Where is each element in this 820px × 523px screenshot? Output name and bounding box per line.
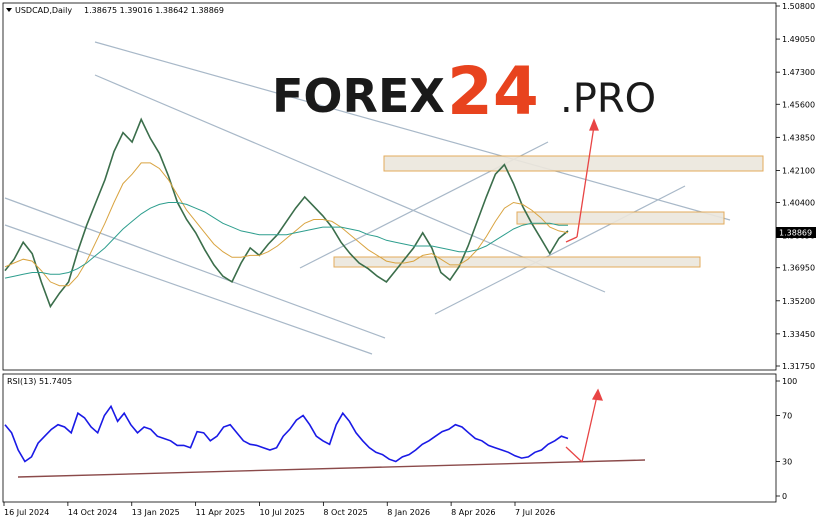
rsi-tick-label: 0 (782, 492, 787, 501)
date-tick-label: 11 Apr 2025 (196, 508, 245, 517)
rsi-tick-label: 100 (782, 377, 797, 386)
price-tick-label: 1.42100 (782, 166, 815, 175)
chart-canvas: 1.50800 1.49050 1.47300 1.45600 1.43850 1.421… (2, 2, 816, 517)
price-tick-label: 1.36950 (782, 264, 815, 273)
logo-text-pro: .PRO (560, 76, 656, 122)
logo-text-forex: FOREX (272, 69, 445, 123)
ohlc-values: 1.38675 1.39016 1.38642 1.38869 (84, 6, 224, 15)
price-tick-label: 1.45600 (782, 100, 815, 109)
date-tick-label: 16 Jul 2024 (4, 508, 49, 517)
price-tick-label: 1.35200 (782, 297, 815, 306)
logo-text-24: 24 (447, 53, 539, 130)
price-tick-label: 1.31750 (782, 362, 815, 371)
price-tick-label: 1.47300 (782, 68, 815, 77)
date-tick-label: 8 Oct 2025 (323, 508, 367, 517)
rsi-tick-label: 70 (782, 412, 792, 421)
rsi-panel (2, 373, 777, 503)
date-tick-label: 8 Apr 2026 (451, 508, 495, 517)
date-tick-label: 13 Jan 2025 (132, 508, 180, 517)
chart-title: USDCAD,Daily (15, 6, 72, 15)
price-tick-label: 1.43850 (782, 133, 815, 142)
date-tick-label: 7 Jul 2026 (515, 508, 555, 517)
price-axis: 1.50800 1.49050 1.47300 1.45600 1.43850 1.421… (776, 2, 815, 371)
current-price-label: 1.38869 (779, 229, 812, 238)
rsi-tick-label: 30 (782, 458, 792, 467)
price-panel (2, 2, 777, 371)
rsi-title: RSI(13) 51.7405 (7, 377, 72, 386)
resistance-zone (516, 211, 725, 225)
price-tick-label: 1.50800 (782, 2, 815, 11)
date-tick-label: 14 Oct 2024 (68, 508, 117, 517)
price-tick-label: 1.33450 (782, 330, 815, 339)
date-axis: 16 Jul 2024 14 Oct 2024 13 Jan 2025 11 Apr … (3, 502, 555, 517)
date-tick-label: 8 Jan 2026 (387, 508, 430, 517)
price-tick-label: 1.40400 (782, 199, 815, 208)
rsi-axis: 100 70 30 0 (776, 377, 797, 501)
date-tick-label: 10 Jul 2025 (260, 508, 305, 517)
resistance-zone (383, 155, 764, 172)
price-tick-label: 1.49050 (782, 35, 815, 44)
